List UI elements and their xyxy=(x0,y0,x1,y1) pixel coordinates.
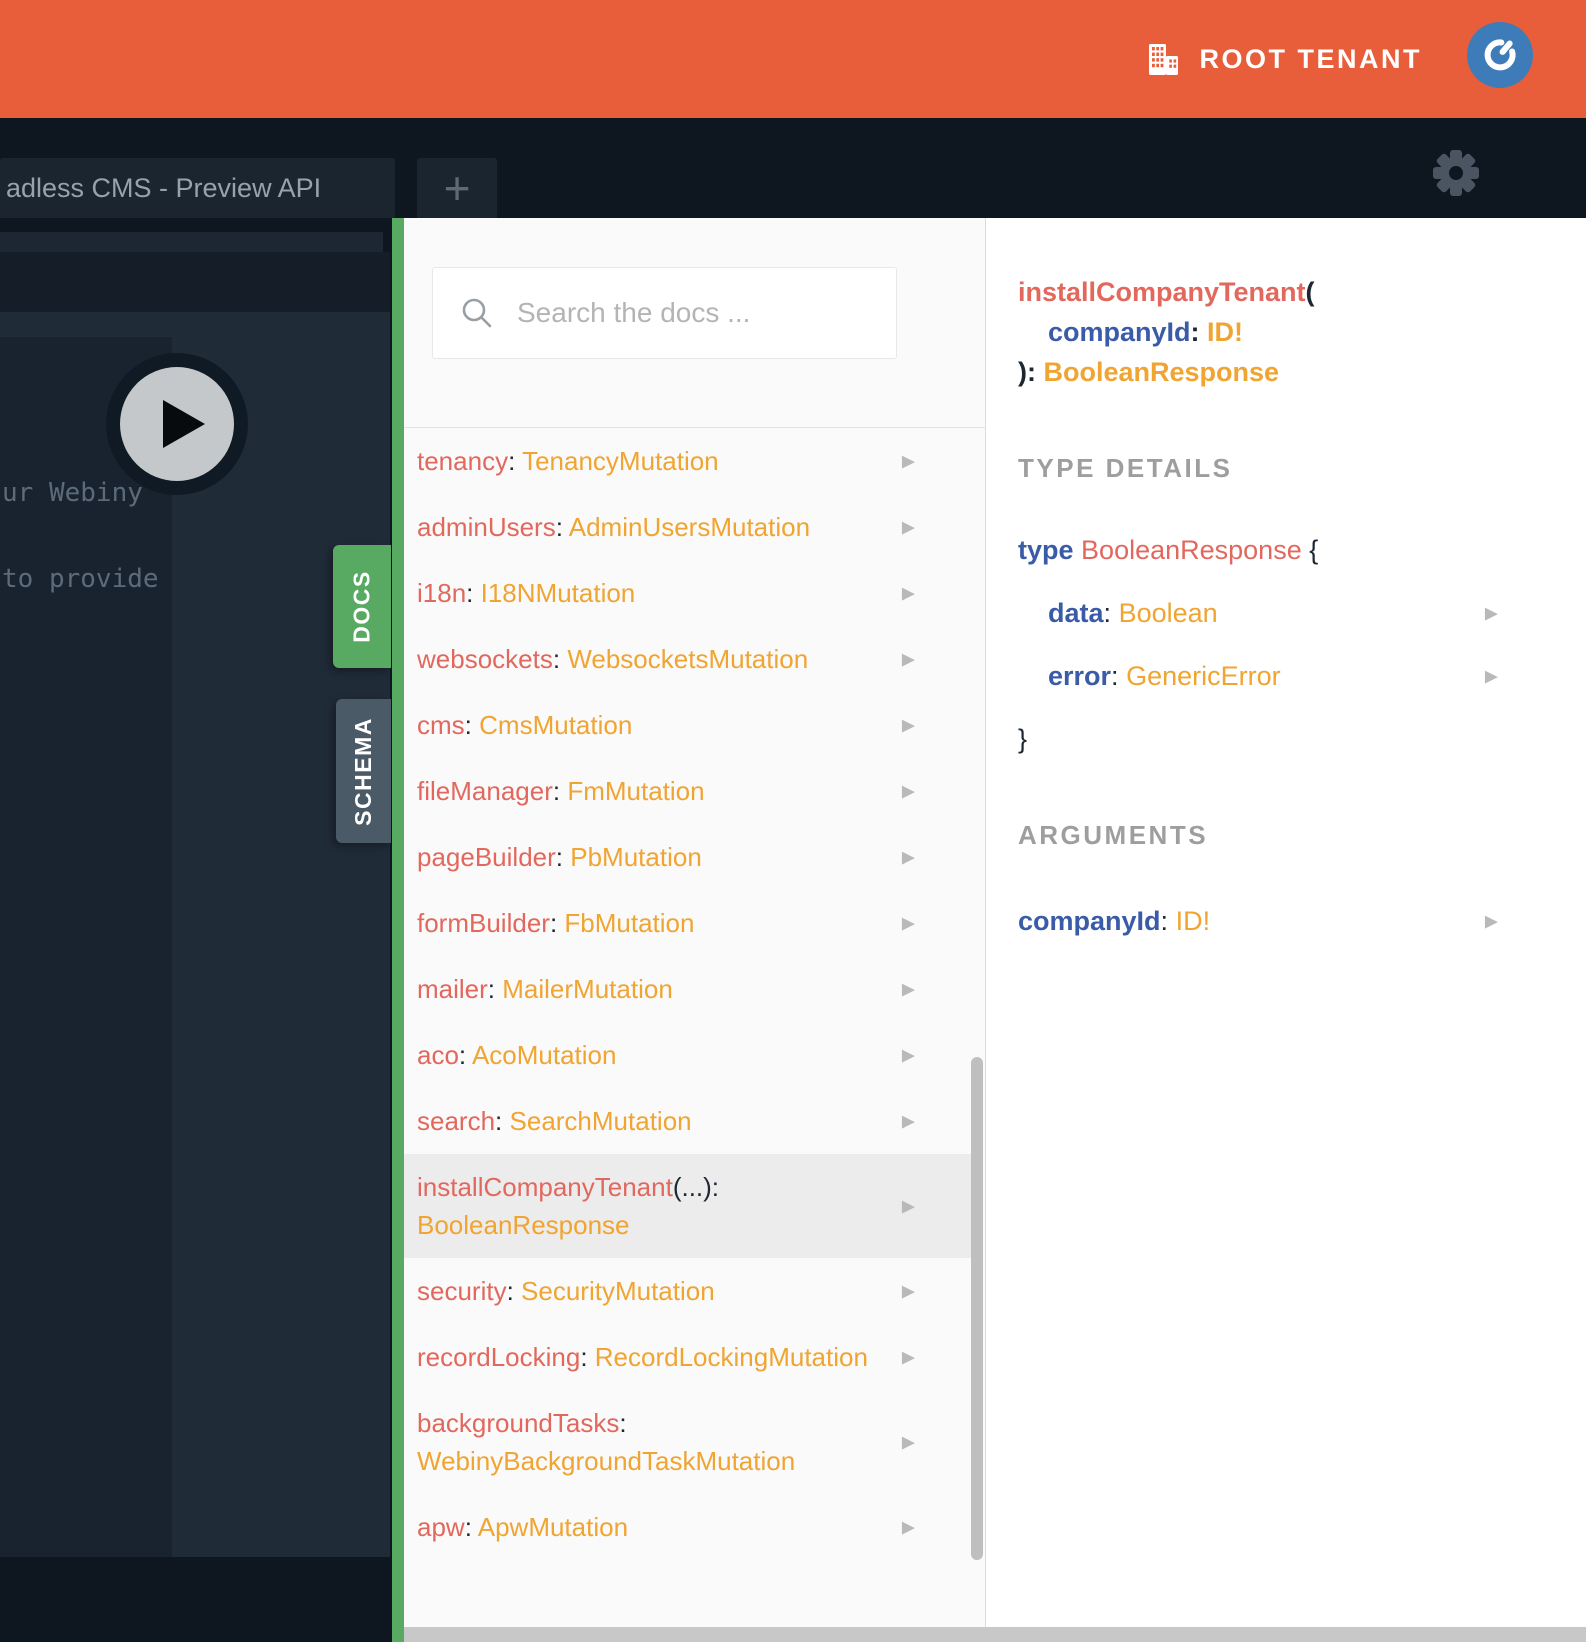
settings-gear-icon[interactable] xyxy=(1430,147,1482,199)
type-closing-brace-row: } xyxy=(1018,724,1028,754)
type-details-heading: TYPE DETAILS xyxy=(1018,453,1233,483)
chevron-right-icon: ▶ xyxy=(901,979,915,999)
chevron-right-icon: ▶ xyxy=(901,583,915,603)
power-icon xyxy=(1480,35,1520,75)
api-tab[interactable]: adless CMS - Preview API xyxy=(0,158,395,218)
docs-explorer-panel: tenancy: TenancyMutation▶adminUsers: Adm… xyxy=(404,218,1586,1642)
docs-field-column: tenancy: TenancyMutation▶adminUsers: Adm… xyxy=(404,218,986,1642)
doc-field-row-tenancy[interactable]: tenancy: TenancyMutation ▶ xyxy=(404,428,973,494)
search-input[interactable] xyxy=(515,296,859,330)
chevron-right-icon: ▶ xyxy=(1484,666,1498,686)
execute-query-button[interactable] xyxy=(106,353,248,495)
chevron-right-icon: ▶ xyxy=(901,1517,915,1537)
editor-comment-line: ur Webiny xyxy=(2,478,143,508)
docs-panel-accent-bar xyxy=(392,218,404,1642)
doc-field-row-fileManager[interactable]: fileManager: FmMutation ▶ xyxy=(404,758,973,824)
chevron-right-icon: ▶ xyxy=(1484,911,1498,931)
user-avatar[interactable] xyxy=(1467,22,1533,88)
editor-comment-line: to provide xyxy=(2,564,159,594)
chevron-right-icon: ▶ xyxy=(901,913,915,933)
field-detail-panel: installCompanyTenant( companyId: ID! ): … xyxy=(986,218,1586,1642)
docs-field-list: tenancy: TenancyMutation ▶ adminUsers: Adm… xyxy=(404,428,985,1560)
doc-field-row-installCompanyTenant[interactable]: installCompanyTenant(...): BooleanRespon… xyxy=(404,1154,973,1258)
tab-docs[interactable]: DOCS xyxy=(333,545,391,668)
chevron-right-icon: ▶ xyxy=(901,715,915,735)
search-icon xyxy=(459,295,495,331)
doc-field-row-formBuilder[interactable]: formBuilder: FbMutation ▶ xyxy=(404,890,973,956)
field-signature: installCompanyTenant( companyId: ID! ): … xyxy=(1018,277,1315,387)
chevron-right-icon: ▶ xyxy=(901,1281,915,1301)
arguments-heading: ARGUMENTS xyxy=(1018,820,1209,850)
docs-search-header xyxy=(404,218,985,428)
type-declaration-row: type BooleanResponse { xyxy=(1018,535,1319,565)
doc-field-row-apw[interactable]: apw: ApwMutation ▶ xyxy=(404,1494,973,1560)
type-fields: data: Boolean ▶ error: GenericError ▶ xyxy=(1018,593,1586,696)
chevron-right-icon: ▶ xyxy=(901,649,915,669)
chevron-right-icon: ▶ xyxy=(901,847,915,867)
chevron-right-icon: ▶ xyxy=(901,1196,915,1216)
doc-field-row-backgroundTasks[interactable]: backgroundTasks: WebinyBackgroundTaskMut… xyxy=(404,1390,973,1494)
chevron-right-icon: ▶ xyxy=(901,781,915,801)
chevron-right-icon: ▶ xyxy=(901,1432,915,1452)
playground-header-strip xyxy=(0,252,390,312)
tab-schema[interactable]: SCHEMA xyxy=(336,699,391,843)
doc-field-row-pageBuilder[interactable]: pageBuilder: PbMutation ▶ xyxy=(404,824,973,890)
argument-companyId[interactable]: companyId: ID! ▶ xyxy=(1018,901,1586,941)
horizontal-scrollbar[interactable] xyxy=(404,1627,1586,1642)
doc-field-row-i18n[interactable]: i18n: I18NMutation ▶ xyxy=(404,560,973,626)
chevron-right-icon: ▶ xyxy=(901,517,915,537)
doc-field-row-mailer[interactable]: mailer: MailerMutation ▶ xyxy=(404,956,973,1022)
app-header: ROOT TENANT xyxy=(0,0,1586,118)
doc-field-row-adminUsers[interactable]: adminUsers: AdminUsersMutation ▶ xyxy=(404,494,973,560)
chevron-right-icon: ▶ xyxy=(901,1347,915,1367)
chevron-right-icon: ▶ xyxy=(901,1045,915,1065)
doc-field-row-search[interactable]: search: SearchMutation ▶ xyxy=(404,1088,973,1154)
new-tab-button[interactable]: + xyxy=(417,158,497,218)
doc-field-row-recordLocking[interactable]: recordLocking: RecordLockingMutation ▶ xyxy=(404,1324,973,1390)
type-details-block: type BooleanResponse { data: Boolean ▶ err… xyxy=(1018,530,1586,759)
doc-field-row-websockets[interactable]: websockets: WebsocketsMutation ▶ xyxy=(404,626,973,692)
playground-toolbar-strip xyxy=(0,232,383,252)
tenant-selector[interactable]: ROOT TENANT xyxy=(1147,0,1423,118)
type-field-error[interactable]: error: GenericError ▶ xyxy=(1018,656,1586,696)
doc-field-row-cms[interactable]: cms: CmsMutation ▶ xyxy=(404,692,973,758)
chevron-right-icon: ▶ xyxy=(901,1111,915,1131)
chevron-right-icon: ▶ xyxy=(1484,603,1498,623)
arguments-list: companyId: ID! ▶ xyxy=(1018,901,1586,941)
doc-field-row-aco[interactable]: aco: AcoMutation ▶ xyxy=(404,1022,973,1088)
type-field-data[interactable]: data: Boolean ▶ xyxy=(1018,593,1586,633)
query-editor-pane[interactable]: ur Webiny to provide xyxy=(0,312,390,1557)
chevron-right-icon: ▶ xyxy=(901,451,915,471)
doc-field-row-security[interactable]: security: SecurityMutation ▶ xyxy=(404,1258,973,1324)
docs-search-box[interactable] xyxy=(432,267,897,359)
tenant-label: ROOT TENANT xyxy=(1199,43,1422,74)
vertical-scrollbar[interactable] xyxy=(971,1057,983,1560)
editor-gutter-pane xyxy=(0,337,172,1557)
building-icon xyxy=(1147,43,1180,75)
